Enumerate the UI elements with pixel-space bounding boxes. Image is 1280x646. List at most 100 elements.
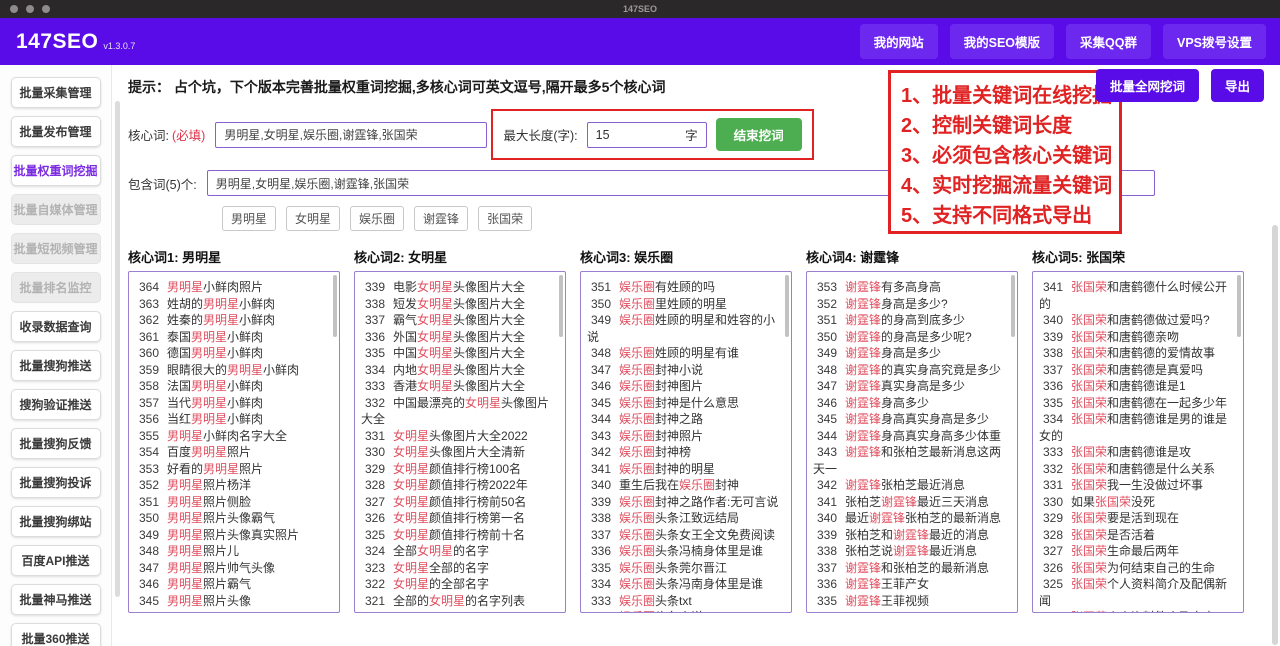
keyword-rank: 346 [816,395,837,410]
sidebar-item[interactable]: 百度API推送 [10,545,101,576]
header-nav-item-1[interactable]: 我的SEO模版 [949,24,1055,59]
sidebar-item[interactable]: 批量神马推送 [10,584,101,615]
keyword-rank: 345 [816,412,837,426]
keyword-list: 364 男明星小鲜肉照片 363 姓胡的男明星小鲜肉 362 姓秦的男明星小鲜肉 361 泰国… [128,271,340,613]
keyword-rank: 335 [364,346,385,360]
batch-mine-button[interactable]: 批量全网挖词 [1095,69,1199,102]
keyword-row: 337 张国荣和唐鹤德是真爱吗 [1039,362,1239,379]
keyword-rank: 329 [1042,511,1063,525]
keyword-row: 327 张国荣生命最后两年 [1039,543,1239,560]
list-scrollbar[interactable] [559,275,563,337]
keyword-tag[interactable]: 谢霆锋 [414,206,469,231]
keyword-row: 349 谢霆锋身高是多少 [813,345,1013,362]
core-keywords-input[interactable] [215,121,488,148]
header-nav-item-0[interactable]: 我的网站 [859,24,938,59]
keyword-rank: 341 [590,461,611,476]
sidebar-item[interactable]: 批量权重词挖掘 [10,155,101,186]
keyword-row: 337 霸气女明星头像图片大全 [361,312,561,329]
keyword-row: 340 张国荣和唐鹤德做过爱吗? [1039,312,1239,329]
keyword-rank: 348 [816,362,837,377]
keyword-tag[interactable]: 男明星 [222,206,277,231]
highlighted-keyword: 女明星 [417,313,454,327]
keyword-rank: 335 [590,560,611,575]
highlighted-keyword: 女明星 [393,461,430,476]
maxlen-input[interactable] [595,127,646,142]
keyword-rank: 343 [816,445,837,459]
keyword-rank: 329 [364,461,385,476]
maxlen-field: 字 [586,121,707,148]
keyword-rank: 340 [816,511,837,525]
column-header: 核心词5: 张国荣 [1032,250,1126,265]
highlighted-keyword: 谢霆锋 [893,527,930,542]
sidebar-item[interactable]: 批量搜狗绑站 [10,506,101,537]
highlighted-keyword: 张国荣 [1071,329,1108,344]
keyword-tag[interactable]: 女明星 [286,206,341,231]
export-button[interactable]: 导出 [1210,69,1264,102]
keyword-rank: 327 [1042,544,1063,558]
keyword-rank: 348 [590,346,611,360]
keyword-rank: 339 [364,280,385,294]
sidebar-item[interactable]: 批量采集管理 [10,77,101,108]
keyword-rank: 350 [138,511,159,525]
keyword-row: 352 男明星照片杨洋 [135,477,335,494]
header-nav: 我的网站 我的SEO模版 采集QQ群 VPS拨号设置 [859,24,1266,59]
sidebar-item[interactable]: 批量搜狗投诉 [10,467,101,498]
keyword-rank: 340 [1042,313,1063,327]
highlighted-keyword: 女明星 [393,577,430,591]
stop-mining-button[interactable]: 结束挖词 [715,118,802,151]
highlighted-keyword: 娱乐圈 [619,461,656,476]
header-nav-item-2[interactable]: 采集QQ群 [1066,24,1151,59]
content-scrollbar[interactable] [115,101,120,597]
keyword-row: 336 谢霆锋王菲产女 [813,576,1013,593]
highlighted-keyword: 男明星 [167,544,204,558]
keyword-tag[interactable]: 娱乐圈 [350,206,405,231]
highlighted-keyword: 女明星 [417,346,454,360]
page-scrollbar[interactable] [1272,225,1278,645]
keyword-rank: 332 [364,395,385,410]
highlighted-keyword: 谢霆锋 [845,296,882,311]
keyword-row: 352 谢霆锋身高是多少? [813,296,1013,313]
toolbar-actions: 批量全网挖词 导出 [1095,69,1264,102]
keyword-rank: 355 [138,428,159,443]
keyword-rank: 336 [590,544,611,558]
keyword-tag[interactable]: 张国荣 [478,206,533,231]
highlighted-keyword: 娱乐圈 [619,296,656,311]
keyword-rank: 339 [590,494,611,509]
keyword-row: 339 张柏芝和谢霆锋最近的消息 [813,527,1013,544]
highlighted-keyword: 张国荣 [1095,494,1132,509]
sidebar-item[interactable]: 搜狗验证推送 [10,389,101,420]
sidebar-item[interactable]: 批量搜狗反馈 [10,428,101,459]
highlighted-keyword: 娱乐圈 [619,577,656,591]
highlighted-keyword: 谢霆锋 [845,346,882,360]
highlighted-keyword: 谢霆锋 [845,412,882,426]
results-columns: 核心词1: 男明星 364 男明星小鲜肉照片 363 姓胡的男明星小鲜肉 362 姓秦的男明… [128,247,1280,613]
keyword-row: 348 娱乐圈姓顾的明星有谁 [587,345,787,362]
keyword-row: 341 张国荣和唐鹤德什么时候公开的 [1039,280,1228,311]
keyword-row: 350 谢霆锋的身高是多少呢? [813,329,1013,346]
keyword-rank: 337 [364,313,385,327]
core-keyword-label: 核心词: [128,129,169,143]
sidebar-item[interactable]: 批量搜狗推送 [10,350,101,381]
keyword-rank: 331 [364,428,385,443]
sidebar-item[interactable]: 批量发布管理 [10,116,101,147]
list-scrollbar[interactable] [785,275,789,337]
sidebar-item[interactable]: 收录数据查询 [10,311,101,342]
sidebar-item[interactable]: 批量360推送 [10,623,101,646]
header-nav-item-3[interactable]: VPS拨号设置 [1162,24,1266,59]
list-scrollbar[interactable] [333,275,337,337]
highlighted-keyword: 张国荣 [1071,445,1108,459]
keyword-row: 324张国荣个人资料简介及身高 [1039,609,1239,612]
keyword-rank: 341 [1042,280,1063,294]
keyword-rank: 325 [1042,577,1063,591]
list-scrollbar[interactable] [1237,275,1241,337]
app-window: 147SEO 147SEO v1.3.0.7 我的网站 我的SEO模版 采集QQ群 V… [0,0,1280,646]
list-scrollbar[interactable] [1011,275,1015,337]
keyword-row: 332 中国最漂亮的女明星头像图片大全 [361,395,550,427]
keyword-rank: 358 [138,379,159,393]
keyword-row: 344 谢霆锋身高真实身高多少体重 [813,428,1013,445]
keyword-row: 349 男明星照片头像真实照片 [135,527,335,544]
highlighted-keyword: 谢霆锋 [845,593,882,608]
result-column-1: 核心词1: 男明星 364 男明星小鲜肉照片 363 姓胡的男明星小鲜肉 362 姓秦的男明… [128,247,340,613]
keyword-row: 333 香港女明星头像图片大全 [361,378,561,395]
keyword-rank: 347 [590,362,611,377]
